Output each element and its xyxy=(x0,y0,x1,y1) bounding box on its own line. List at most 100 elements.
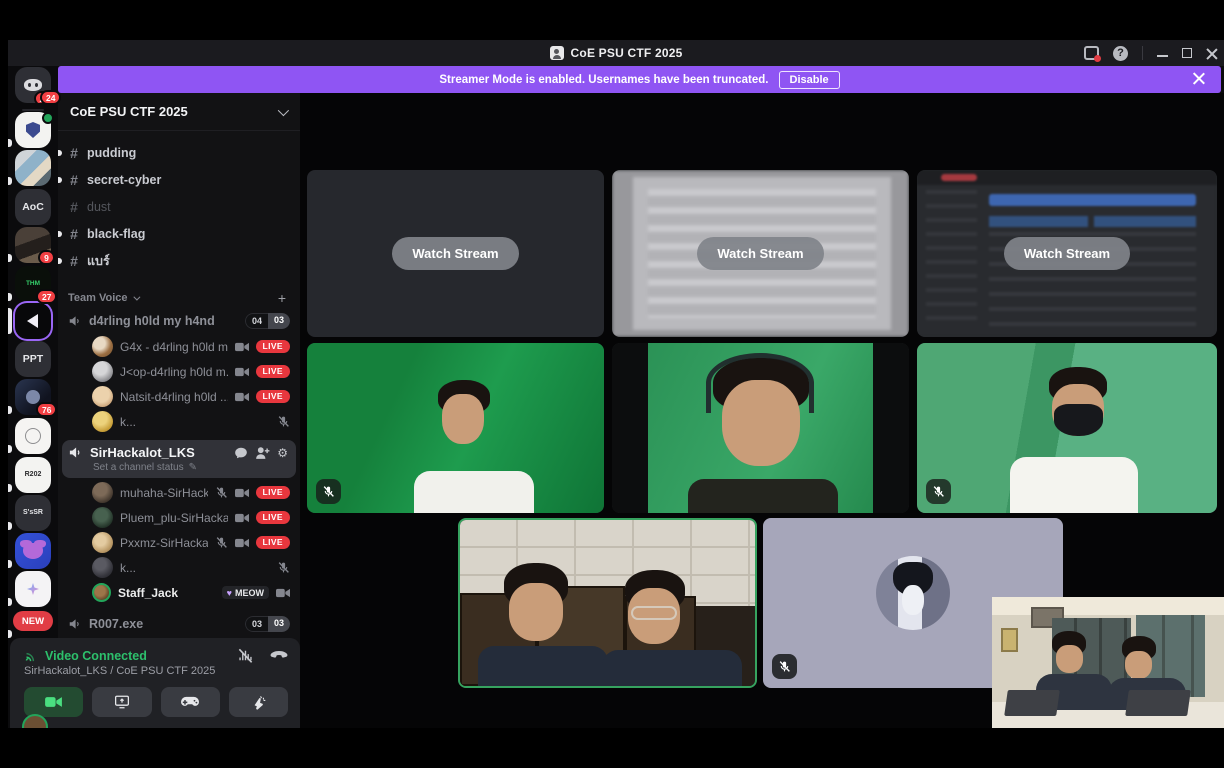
window-title: CoE PSU CTF 2025 xyxy=(571,46,683,60)
voice-user-name: Staff_Jack xyxy=(118,586,215,600)
mic-muted-icon xyxy=(277,415,290,428)
camera-toggle-button[interactable] xyxy=(24,687,83,717)
avatar xyxy=(92,361,113,382)
gear-icon[interactable]: ⚙ xyxy=(277,446,288,460)
webcam-tile-1[interactable] xyxy=(307,343,604,513)
voice-channel-r007[interactable]: R007.exe 0303 xyxy=(58,611,300,637)
category-team-voice[interactable]: Team Voice + xyxy=(58,288,300,308)
webcam-tile-3[interactable] xyxy=(917,343,1217,513)
voice-status-dot xyxy=(42,112,54,124)
voice-user-row-staff-jack[interactable]: Staff_Jack ♥ MEOW xyxy=(58,580,300,605)
disconnect-call-icon[interactable] xyxy=(270,651,288,660)
voice-user-row[interactable]: k... xyxy=(58,409,300,434)
maximize-button[interactable] xyxy=(1182,48,1192,58)
discord-window: CoE PSU CTF 2025 ? Streamer Mode is enab… xyxy=(8,40,1224,728)
voice-user-row[interactable]: Natsit-d4rling h0ld ... LIVE xyxy=(58,384,300,409)
voice-user-row[interactable]: J<op-d4rling h0ld m... LIVE xyxy=(58,359,300,384)
voice-user-row[interactable]: G4x - d4rling h0ld m... LIVE xyxy=(58,334,300,359)
channel-dust[interactable]: # dust xyxy=(58,193,300,220)
server-icon-photo[interactable] xyxy=(15,150,51,186)
close-button[interactable] xyxy=(1206,47,1218,59)
voice-channel-name: d4rling h0ld my h4nd xyxy=(89,314,238,328)
add-channel-icon[interactable]: + xyxy=(278,290,286,306)
unread-pip xyxy=(8,293,12,301)
voice-user-name: k... xyxy=(120,415,270,429)
app-update-icon xyxy=(550,46,564,60)
minimize-button[interactable] xyxy=(1157,55,1168,57)
voice-user-row[interactable]: muhaha-SirHack... LIVE xyxy=(58,480,300,505)
webcam-tile-2[interactable] xyxy=(612,343,909,513)
channel-bear[interactable]: # แบร์ xyxy=(58,247,300,274)
disable-streamer-mode-button[interactable]: Disable xyxy=(779,71,840,89)
watch-stream-button[interactable]: Watch Stream xyxy=(697,237,823,270)
mic-muted-icon xyxy=(215,486,228,499)
activities-button[interactable] xyxy=(161,687,220,717)
channel-black-flag[interactable]: # black-flag xyxy=(58,220,300,247)
avatar xyxy=(92,411,113,432)
speaker-icon xyxy=(68,617,82,631)
server-icon-coe-psu-ctf-selected[interactable] xyxy=(15,303,51,339)
channel-pudding[interactable]: # pudding xyxy=(58,139,300,166)
add-member-icon[interactable] xyxy=(255,446,270,459)
server-name: CoE PSU CTF 2025 xyxy=(70,104,188,119)
server-initials: S'sSR xyxy=(23,509,43,517)
hash-icon: # xyxy=(68,253,80,269)
voice-user-name: muhaha-SirHack... xyxy=(120,486,208,500)
new-server-badge[interactable]: NEW xyxy=(13,611,53,631)
webcam-tile-speaking[interactable] xyxy=(458,518,757,688)
channel-name: dust xyxy=(87,200,111,214)
camera-icon xyxy=(276,587,290,599)
unread-pip xyxy=(8,560,12,568)
voice-user-name: Pxxmz-SirHackal... xyxy=(120,536,208,550)
camera-icon xyxy=(235,341,249,353)
watch-stream-button[interactable]: Watch Stream xyxy=(392,237,518,270)
rail-divider xyxy=(22,109,44,111)
noise-suppression-icon[interactable] xyxy=(237,648,254,663)
stream-tile-1[interactable]: Watch Stream xyxy=(307,170,604,337)
voice-user-name: k... xyxy=(120,561,270,575)
mic-muted-overlay-icon xyxy=(316,479,341,504)
avatar xyxy=(92,583,111,602)
soundboard-button[interactable] xyxy=(229,687,288,717)
server-icon-cat[interactable] xyxy=(15,533,51,569)
voice-user-row[interactable]: Pluem_plu-SirHacka... LIVE xyxy=(58,505,300,530)
voice-user-name: Natsit-d4rling h0ld ... xyxy=(120,390,228,404)
voice-channel-sirhackalot-selected[interactable]: SirHackalot_LKS ⚙ Set a channel status ✎ xyxy=(62,440,296,478)
chat-bubble-icon[interactable] xyxy=(234,446,248,460)
screen: CoE PSU CTF 2025 ? Streamer Mode is enab… xyxy=(0,0,1224,768)
voice-user-name: J<op-d4rling h0ld m... xyxy=(120,365,228,379)
mic-muted-icon xyxy=(277,561,290,574)
voice-channel-d4rling[interactable]: d4rling h0ld my h4nd 0403 xyxy=(58,308,300,334)
webcam-video xyxy=(460,520,755,686)
server-icon-ssr[interactable]: S'sSR xyxy=(15,495,51,531)
voice-user-row[interactable]: Pxxmz-SirHackal... LIVE xyxy=(58,530,300,555)
unread-pip xyxy=(8,406,12,414)
server-icon-doodle[interactable] xyxy=(15,418,51,454)
channel-status-hint[interactable]: Set a channel status ✎ xyxy=(93,462,288,473)
server-icon-aoc[interactable]: AoC xyxy=(15,189,51,225)
server-icon-r202[interactable]: R202 xyxy=(15,457,51,493)
camera-icon xyxy=(235,537,249,549)
voice-context: SirHackalot_LKS / CoE PSU CTF 2025 xyxy=(24,665,288,677)
stream-tile-2[interactable]: Watch Stream xyxy=(612,170,909,337)
discord-logo-icon xyxy=(24,79,42,91)
stream-tile-3[interactable]: Watch Stream xyxy=(917,170,1217,337)
help-icon[interactable]: ? xyxy=(1113,46,1128,61)
server-icon-sparkle[interactable] xyxy=(15,571,51,607)
server-icon-ppt[interactable]: PPT xyxy=(15,341,51,377)
server-header[interactable]: CoE PSU CTF 2025 xyxy=(58,93,300,131)
voice-signal-icon xyxy=(24,648,39,663)
banner-close-icon[interactable] xyxy=(1192,72,1205,85)
speaker-icon xyxy=(68,314,82,328)
inbox-icon[interactable] xyxy=(1084,46,1099,60)
voice-status-panel: Video Connected SirHackalot_LKS / CoE PS… xyxy=(10,638,300,728)
unread-pip xyxy=(8,598,12,606)
channel-secret-cyber[interactable]: # secret-cyber xyxy=(58,166,300,193)
screen-share-button[interactable] xyxy=(92,687,151,717)
titlebar-title-group: CoE PSU CTF 2025 xyxy=(550,46,683,60)
meow-tag: ♥ MEOW xyxy=(222,586,269,599)
watch-stream-button[interactable]: Watch Stream xyxy=(1004,237,1130,270)
voice-user-row[interactable]: k... xyxy=(58,555,300,580)
unread-dot xyxy=(58,150,62,156)
unread-pip xyxy=(8,254,12,262)
